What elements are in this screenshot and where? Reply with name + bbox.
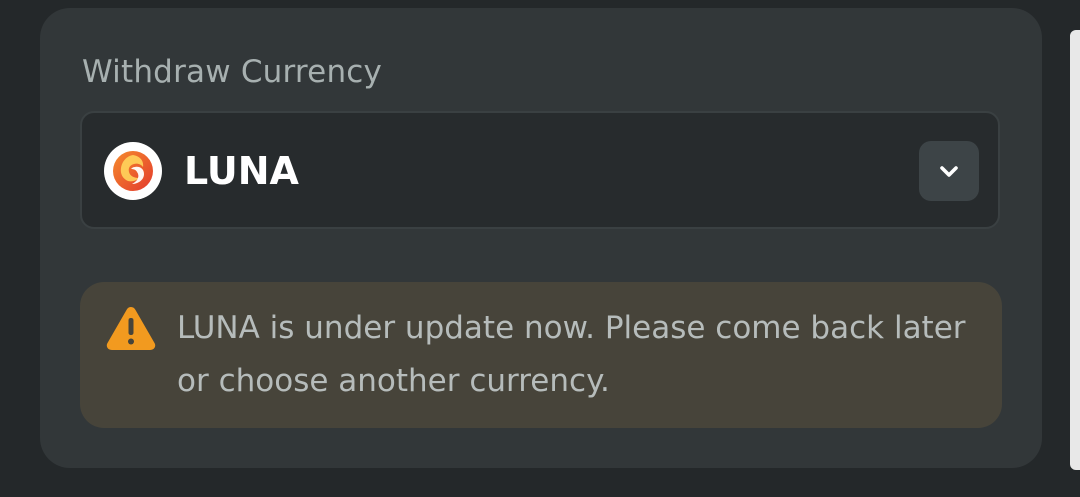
- warning-icon: [106, 307, 156, 350]
- selected-currency-value: LUNA: [184, 149, 299, 193]
- alert-message: LUNA is under update now. Please come ba…: [177, 310, 966, 399]
- currency-select[interactable]: LUNA: [80, 111, 1000, 229]
- chevron-down-icon[interactable]: [919, 141, 979, 201]
- withdraw-card: Withdraw Currency LUNA LUNA is under upd…: [40, 8, 1042, 468]
- luna-coin-icon: [104, 142, 162, 200]
- withdraw-currency-label: Withdraw Currency: [82, 54, 383, 90]
- page: Withdraw Currency LUNA LUNA is under upd…: [0, 0, 1080, 497]
- scrollbar[interactable]: [1070, 30, 1080, 470]
- currency-update-alert: LUNA is under update now. Please come ba…: [80, 282, 1002, 428]
